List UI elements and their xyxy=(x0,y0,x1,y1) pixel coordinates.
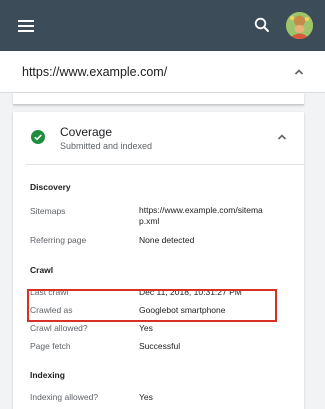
crawl-allowed-label: Crawl allowed? xyxy=(30,323,88,333)
coverage-title: Coverage xyxy=(60,125,113,139)
coverage-card: Coverage Submitted and indexed Discovery… xyxy=(13,112,304,409)
coverage-card-header[interactable]: Coverage Submitted and indexed xyxy=(13,112,304,164)
sitemaps-value-line1: https://www.example.com/sitema xyxy=(139,205,263,215)
check-circle-icon xyxy=(31,130,45,144)
indexing-allowed-value: Yes xyxy=(139,392,153,402)
referring-page-value: None detected xyxy=(139,235,195,245)
chevron-up-icon[interactable] xyxy=(276,131,288,143)
inspected-url: https://www.example.com/ xyxy=(22,65,168,79)
discovery-heading: Discovery xyxy=(30,182,71,192)
coverage-subtitle: Submitted and indexed xyxy=(60,141,153,151)
app-header xyxy=(0,0,325,51)
page-fetch-label: Page fetch xyxy=(30,341,71,351)
previous-card-edge xyxy=(13,93,304,105)
divider xyxy=(26,164,304,165)
indexing-allowed-label: Indexing allowed? xyxy=(30,392,99,402)
page-fetch-value: Successful xyxy=(139,341,181,351)
chevron-up-icon[interactable] xyxy=(293,66,305,78)
sitemaps-value-line2: p.xml xyxy=(139,216,160,226)
crawled-as-highlight-box xyxy=(27,289,277,322)
crawl-heading: Crawl xyxy=(30,265,54,275)
user-avatar[interactable] xyxy=(286,12,313,39)
search-icon[interactable] xyxy=(253,16,271,34)
hamburger-menu-icon[interactable] xyxy=(18,20,34,32)
url-inspection-bar[interactable]: https://www.example.com/ xyxy=(0,51,325,93)
indexing-heading: Indexing xyxy=(30,370,65,380)
referring-page-label: Referring page xyxy=(30,235,87,245)
crawl-allowed-value: Yes xyxy=(139,323,153,333)
sitemaps-label: Sitemaps xyxy=(30,206,66,216)
